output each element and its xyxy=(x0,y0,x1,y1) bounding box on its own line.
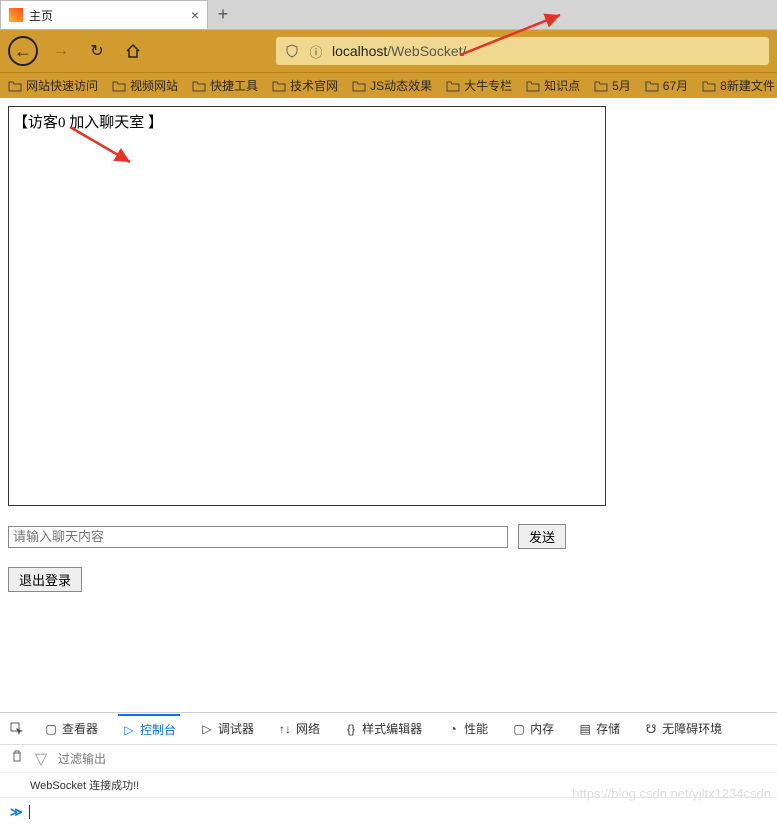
tab-network[interactable]: ↑↓ 网络 xyxy=(274,714,324,744)
prompt-icon: ≫ xyxy=(10,805,23,819)
home-icon xyxy=(125,43,141,59)
box-icon: ▢ xyxy=(44,722,58,736)
page-content: 【访客0 加入聊天室 】 发送 退出登录 xyxy=(0,98,777,600)
watermark: https://blog.csdn.net/yjltx1234csdn xyxy=(572,786,771,801)
bookmark-label: 视频网站 xyxy=(130,77,178,94)
console-icon: ▷ xyxy=(122,723,136,737)
storage-icon: ▤ xyxy=(578,722,592,736)
tab-style-editor[interactable]: {} 样式编辑器 xyxy=(340,714,426,744)
bookmark-label: 67月 xyxy=(663,77,688,94)
folder-icon xyxy=(8,80,22,92)
shield-icon xyxy=(284,43,300,59)
bookmark-item[interactable]: 知识点 xyxy=(526,77,580,94)
tab-label: 查看器 xyxy=(62,720,98,737)
trash-icon[interactable] xyxy=(10,749,24,768)
tab-label: 控制台 xyxy=(140,721,176,738)
devtools-tabs: ▢查看器 ▷控制台 ▷调试器 ↑↓网络 {}样式编辑器 ◔性能 ▢内存 ▤存储 … xyxy=(0,713,777,745)
reload-button[interactable]: ↻ xyxy=(84,38,110,64)
tab-title: 主页 xyxy=(29,7,53,24)
home-button[interactable] xyxy=(120,38,146,64)
filter-icon[interactable]: ▽ xyxy=(34,752,48,766)
tab-storage[interactable]: ▤ 存储 xyxy=(574,714,624,744)
network-icon: ↑↓ xyxy=(278,722,292,736)
tab-memory[interactable]: ▢ 内存 xyxy=(508,714,558,744)
chat-input[interactable] xyxy=(8,526,508,548)
tab-label: 调试器 xyxy=(218,720,254,737)
bookmark-label: 网站快速访问 xyxy=(26,77,98,94)
close-icon[interactable]: × xyxy=(191,7,199,23)
tab-console[interactable]: ▷ 控制台 xyxy=(118,714,180,744)
info-icon: ⓘ xyxy=(308,43,324,59)
tab-strip: 主页 × + xyxy=(0,0,777,30)
bookmark-label: 大牛专栏 xyxy=(464,77,512,94)
bookmark-label: 知识点 xyxy=(544,77,580,94)
bookmarks-bar: 网站快速访问 视频网站 快捷工具 技术官网 JS动态效果 大牛专栏 知识点 5月… xyxy=(0,72,777,98)
chat-input-row: 发送 xyxy=(8,524,769,549)
cursor xyxy=(29,805,30,819)
logout-button[interactable]: 退出登录 xyxy=(8,567,82,592)
tab-performance[interactable]: ◔ 性能 xyxy=(442,714,492,744)
tab-label: 性能 xyxy=(464,720,488,737)
gauge-icon: ◔ xyxy=(446,722,460,736)
braces-icon: {} xyxy=(344,722,358,736)
folder-icon xyxy=(526,80,540,92)
folder-icon xyxy=(352,80,366,92)
console-prompt[interactable]: ≫ xyxy=(0,797,777,825)
accessibility-icon: ☋ xyxy=(644,722,658,736)
tab-label: 内存 xyxy=(530,720,554,737)
bookmark-label: JS动态效果 xyxy=(370,77,432,94)
folder-icon xyxy=(645,80,659,92)
back-button[interactable]: ← xyxy=(8,36,38,66)
folder-icon xyxy=(112,80,126,92)
url-text: localhost/WebSocket/ xyxy=(332,43,466,59)
bookmark-item[interactable]: 网站快速访问 xyxy=(8,77,98,94)
bookmark-item[interactable]: 快捷工具 xyxy=(192,77,258,94)
tab-label: 存储 xyxy=(596,720,620,737)
forward-button[interactable]: → xyxy=(48,38,74,64)
tab-accessibility[interactable]: ☋ 无障碍环境 xyxy=(640,714,726,744)
bookmark-item[interactable]: 技术官网 xyxy=(272,77,338,94)
folder-icon xyxy=(272,80,286,92)
tab-label: 网络 xyxy=(296,720,320,737)
debugger-icon: ▷ xyxy=(200,722,214,736)
bookmark-label: 8新建文件 xyxy=(720,77,775,94)
tab-label: 样式编辑器 xyxy=(362,720,422,737)
bookmark-item[interactable]: 视频网站 xyxy=(112,77,178,94)
favicon-icon xyxy=(9,8,23,22)
devtools-panel: ▢查看器 ▷控制台 ▷调试器 ↑↓网络 {}样式编辑器 ◔性能 ▢内存 ▤存储 … xyxy=(0,712,777,825)
tab-debugger[interactable]: ▷ 调试器 xyxy=(196,714,258,744)
devtools-filter-row: ▽ xyxy=(0,745,777,773)
bookmark-item[interactable]: 大牛专栏 xyxy=(446,77,512,94)
bookmark-item[interactable]: 8新建文件 xyxy=(702,77,775,94)
chat-message: 【访客0 加入聊天室 】 xyxy=(13,111,601,132)
picker-icon[interactable] xyxy=(10,722,24,736)
folder-icon xyxy=(702,80,716,92)
bookmark-item[interactable]: 5月 xyxy=(594,77,631,94)
folder-icon xyxy=(594,80,608,92)
bookmark-label: 快捷工具 xyxy=(210,77,258,94)
filter-input[interactable] xyxy=(58,752,213,766)
chat-output: 【访客0 加入聊天室 】 xyxy=(8,106,606,506)
tab-label: 无障碍环境 xyxy=(662,720,722,737)
folder-icon xyxy=(192,80,206,92)
memory-icon: ▢ xyxy=(512,722,526,736)
bookmark-label: 技术官网 xyxy=(290,77,338,94)
tab-inspector[interactable]: ▢ 查看器 xyxy=(40,714,102,744)
browser-tab[interactable]: 主页 × xyxy=(0,0,208,29)
folder-icon xyxy=(446,80,460,92)
bookmark-label: 5月 xyxy=(612,77,631,94)
address-bar[interactable]: ⓘ localhost/WebSocket/ xyxy=(276,37,769,65)
new-tab-button[interactable]: + xyxy=(208,0,238,29)
browser-toolbar: ← → ↻ ⓘ localhost/WebSocket/ xyxy=(0,30,777,72)
bookmark-item[interactable]: 67月 xyxy=(645,77,688,94)
send-button[interactable]: 发送 xyxy=(518,524,566,549)
bookmark-item[interactable]: JS动态效果 xyxy=(352,77,432,94)
